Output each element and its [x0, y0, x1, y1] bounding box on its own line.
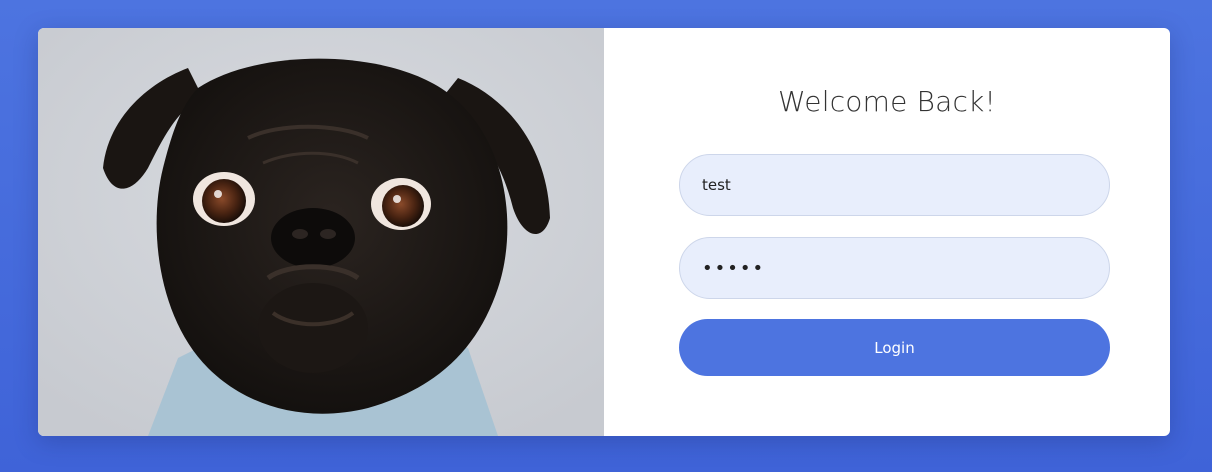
page-title: Welcome Back! [778, 85, 996, 118]
pug-photo [38, 28, 604, 436]
username-input[interactable] [679, 154, 1110, 216]
login-button[interactable]: Login [679, 319, 1110, 376]
password-input[interactable] [679, 237, 1110, 299]
login-form: Welcome Back! Login [604, 28, 1170, 436]
login-card: Welcome Back! Login [38, 28, 1170, 436]
